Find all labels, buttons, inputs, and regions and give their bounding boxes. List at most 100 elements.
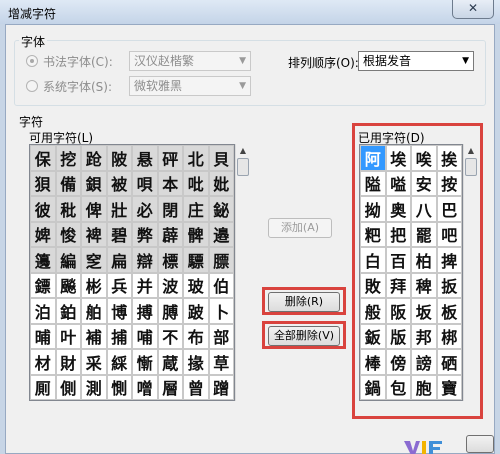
char-cell[interactable]: 挖	[55, 145, 81, 171]
char-cell[interactable]: 裨	[81, 221, 107, 247]
char-cell[interactable]: 兵	[106, 272, 132, 298]
char-cell[interactable]: 安	[411, 170, 437, 196]
char-cell[interactable]: 哺	[132, 323, 158, 349]
char-cell[interactable]: 阪	[385, 298, 411, 324]
char-cell[interactable]: 被	[106, 170, 132, 196]
char-cell[interactable]: 曾	[183, 374, 209, 400]
char-cell[interactable]: 綵	[106, 349, 132, 375]
char-cell[interactable]: 挨	[436, 145, 462, 171]
char-cell[interactable]: 唉	[411, 145, 437, 171]
char-cell[interactable]: 保	[30, 145, 56, 171]
add-button[interactable]: 添加(A)	[268, 218, 332, 238]
char-cell[interactable]: 俾	[81, 196, 107, 222]
char-cell[interactable]: 部	[208, 323, 234, 349]
scroll-thumb[interactable]	[237, 158, 249, 176]
system-font-select[interactable]: 微软雅黑 ▼	[129, 76, 251, 96]
char-cell[interactable]: 柏	[411, 247, 437, 273]
char-cell[interactable]: 按	[436, 170, 462, 196]
char-cell[interactable]: 扳	[436, 272, 462, 298]
char-cell[interactable]: 舶	[81, 298, 107, 324]
char-cell[interactable]: 悬	[132, 145, 158, 171]
char-cell[interactable]: 包	[385, 374, 411, 400]
char-cell[interactable]: 寶	[436, 374, 462, 400]
char-cell[interactable]: 叶	[55, 323, 81, 349]
char-cell[interactable]: 邉	[208, 221, 234, 247]
char-cell[interactable]: 埃	[385, 145, 411, 171]
char-cell[interactable]: 編	[55, 247, 81, 273]
char-cell[interactable]: 籩	[30, 247, 56, 273]
char-cell[interactable]: 砰	[157, 145, 183, 171]
char-cell[interactable]: 隘	[360, 170, 386, 196]
char-cell[interactable]: 吧	[436, 221, 462, 247]
char-cell[interactable]: 坂	[411, 298, 437, 324]
char-cell[interactable]: 硒	[436, 349, 462, 375]
scroll-up-icon[interactable]: ▲	[237, 145, 249, 157]
char-cell[interactable]: 窆	[81, 247, 107, 273]
delete-all-button[interactable]: 全部删除(V)	[268, 326, 340, 346]
char-cell[interactable]: 稗	[411, 272, 437, 298]
char-cell[interactable]: 驃	[183, 247, 209, 273]
char-cell[interactable]: 奥	[385, 196, 411, 222]
char-cell[interactable]: 補	[81, 323, 107, 349]
char-cell[interactable]: 吡	[183, 170, 209, 196]
char-cell[interactable]: 鉑	[55, 298, 81, 324]
char-cell[interactable]: 側	[55, 374, 81, 400]
char-cell[interactable]: 悛	[55, 221, 81, 247]
char-cell[interactable]: 邦	[411, 323, 437, 349]
char-cell[interactable]: 捕	[106, 323, 132, 349]
char-cell[interactable]: 百	[385, 247, 411, 273]
char-cell[interactable]: 本	[157, 170, 183, 196]
char-cell[interactable]: 貝	[208, 145, 234, 171]
char-cell[interactable]: 婢	[30, 221, 56, 247]
char-cell[interactable]: 層	[157, 374, 183, 400]
available-scrollbar[interactable]: ▲	[235, 144, 249, 401]
char-cell[interactable]: 北	[183, 145, 209, 171]
char-cell[interactable]: 慚	[132, 349, 158, 375]
char-cell[interactable]: 捭	[436, 247, 462, 273]
char-cell[interactable]: 蹭	[208, 374, 234, 400]
char-cell[interactable]: 板	[436, 298, 462, 324]
char-cell[interactable]: 蔵	[157, 349, 183, 375]
sort-order-select[interactable]: 根据发音 ▼	[358, 51, 474, 71]
char-cell[interactable]: 備	[55, 170, 81, 196]
char-cell[interactable]: 財	[55, 349, 81, 375]
char-cell[interactable]: 膘	[208, 247, 234, 273]
char-cell[interactable]: 必	[132, 196, 158, 222]
char-cell[interactable]: 阿	[360, 145, 386, 171]
system-font-radio[interactable]: 系统字体(S):	[26, 78, 112, 94]
char-cell[interactable]: 胞	[411, 374, 437, 400]
char-cell[interactable]: 陂	[106, 145, 132, 171]
char-cell[interactable]: 搏	[132, 298, 158, 324]
char-cell[interactable]: 飈	[55, 272, 81, 298]
calligraphy-font-radio[interactable]: 书法字体(C):	[26, 53, 113, 69]
char-cell[interactable]: 波	[157, 272, 183, 298]
char-cell[interactable]: 膊	[157, 298, 183, 324]
char-cell[interactable]: 不	[157, 323, 183, 349]
char-cell[interactable]: 伯	[208, 272, 234, 298]
char-cell[interactable]: 材	[30, 349, 56, 375]
char-cell[interactable]: 跛	[183, 298, 209, 324]
char-cell[interactable]: 謗	[411, 349, 437, 375]
char-cell[interactable]: 版	[385, 323, 411, 349]
char-cell[interactable]: 厠	[30, 374, 56, 400]
close-button[interactable]: ✕	[452, 0, 494, 19]
char-cell[interactable]: 粑	[360, 221, 386, 247]
char-cell[interactable]: 草	[208, 349, 234, 375]
char-cell[interactable]: 鈑	[360, 323, 386, 349]
char-cell[interactable]: 扁	[106, 247, 132, 273]
char-cell[interactable]: 泊	[30, 298, 56, 324]
char-cell[interactable]: 棒	[360, 349, 386, 375]
char-cell[interactable]: 晡	[30, 323, 56, 349]
char-cell[interactable]: 罷	[411, 221, 437, 247]
char-cell[interactable]: 測	[81, 374, 107, 400]
char-cell[interactable]: 嗌	[385, 170, 411, 196]
char-cell[interactable]: 傍	[385, 349, 411, 375]
char-cell[interactable]: 拜	[385, 272, 411, 298]
char-cell[interactable]: 跄	[81, 145, 107, 171]
char-cell[interactable]: 唄	[132, 170, 158, 196]
char-cell[interactable]: 碧	[106, 221, 132, 247]
char-cell[interactable]: 博	[106, 298, 132, 324]
char-cell[interactable]: 拗	[360, 196, 386, 222]
char-cell[interactable]: 庄	[183, 196, 209, 222]
char-cell[interactable]: 白	[360, 247, 386, 273]
